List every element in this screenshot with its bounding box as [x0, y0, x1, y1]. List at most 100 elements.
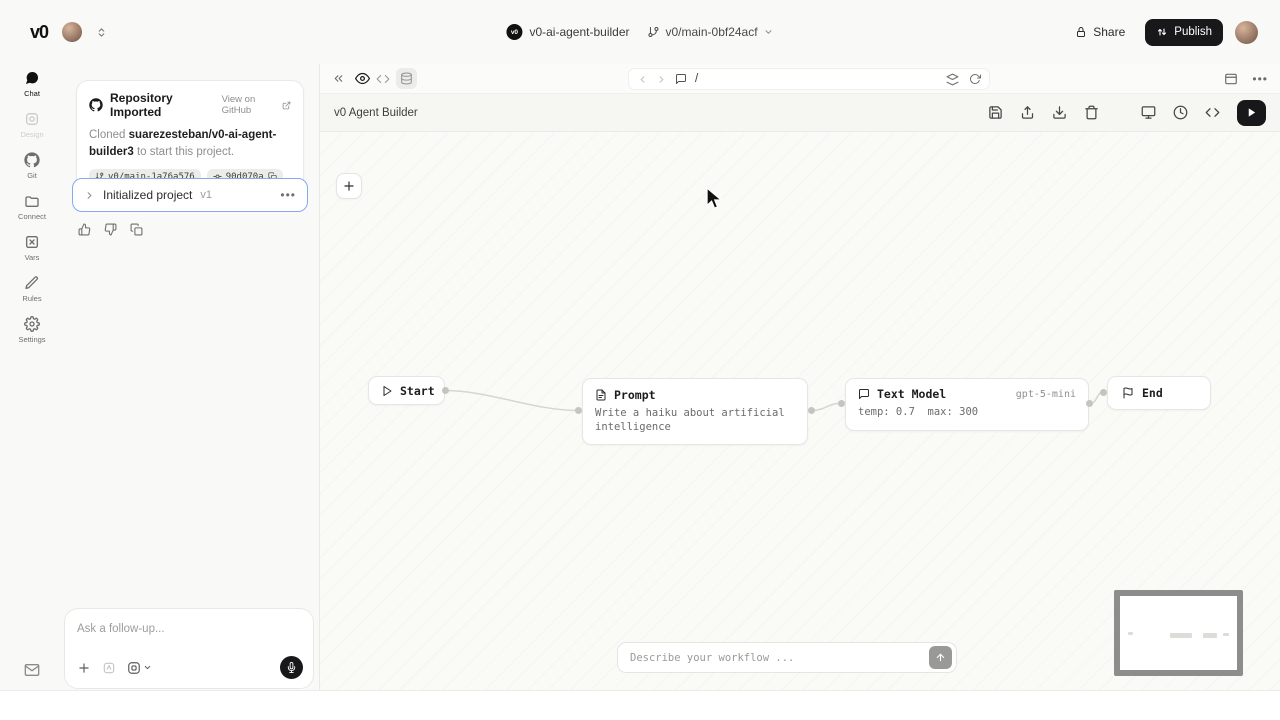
mic-button[interactable]	[280, 656, 303, 679]
mic-icon	[286, 662, 297, 673]
workflow-input[interactable]	[630, 652, 929, 664]
version-row-initialized-project[interactable]: Initialized project v1 •••	[72, 178, 308, 212]
chevron-right-icon[interactable]	[84, 190, 95, 201]
sidebar-item-settings[interactable]: Settings	[18, 316, 45, 344]
feedback-row	[78, 223, 143, 236]
workflow-canvas[interactable]: Start Prompt Write a haiku about artific…	[320, 133, 1280, 690]
send-button[interactable]	[929, 646, 952, 669]
sidebar-item-connect[interactable]: Connect	[18, 193, 46, 221]
forward-icon[interactable]	[656, 74, 667, 85]
eye-preview-icon[interactable]	[355, 71, 370, 86]
view-on-github-link[interactable]: View on GitHub	[222, 94, 291, 116]
sidebar-item-chat[interactable]: Chat	[24, 70, 40, 98]
minimap-node	[1128, 632, 1133, 635]
save-icon[interactable]	[988, 105, 1003, 120]
flag-icon	[1122, 387, 1134, 399]
minimap-node	[1170, 633, 1192, 638]
minimap[interactable]	[1114, 590, 1243, 676]
refresh-icon[interactable]	[969, 73, 981, 85]
thumbs-up-icon[interactable]	[78, 223, 91, 236]
branch-name: v0/main-0bf24acf	[666, 25, 758, 39]
chat-panel: Repository Imported View on GitHub Clone…	[64, 64, 319, 690]
more-icon[interactable]: •••	[1252, 72, 1268, 86]
monitor-icon[interactable]	[1141, 105, 1156, 120]
port-end-in[interactable]	[1100, 389, 1107, 396]
thumbs-down-icon[interactable]	[104, 223, 117, 236]
v0-app: v0 v0 v0-ai-agent-builder v0/main-0bf24a…	[0, 0, 1280, 720]
node-end[interactable]: End	[1107, 376, 1211, 410]
share-button[interactable]: Share	[1067, 20, 1133, 44]
comment-icon[interactable]	[675, 73, 687, 85]
chevron-down-icon	[143, 663, 152, 672]
port-start-out[interactable]	[442, 387, 449, 394]
github-icon	[24, 152, 40, 168]
mouse-cursor	[703, 187, 723, 211]
chat-input[interactable]	[77, 623, 301, 635]
node-text-model[interactable]: Text Model gpt-5-mini temp: 0.7 max: 300	[845, 378, 1089, 431]
branch-selector[interactable]: v0/main-0bf24acf	[648, 25, 774, 39]
code-icon[interactable]	[1205, 105, 1220, 120]
user-avatar[interactable]	[1235, 21, 1258, 44]
sidebar-item-design[interactable]: Design	[20, 111, 43, 139]
external-link-icon	[282, 101, 291, 110]
builder-title: v0 Agent Builder	[334, 107, 418, 119]
repo-card-title: Repository Imported	[110, 91, 215, 119]
node-prompt[interactable]: Prompt Write a haiku about artificial in…	[582, 378, 808, 445]
node-prompt-label: Prompt	[614, 388, 656, 402]
port-model-in[interactable]	[838, 400, 845, 407]
history-icon[interactable]	[1173, 105, 1188, 120]
url-path[interactable]: /	[695, 73, 698, 85]
preview-toolbar: / •••	[320, 64, 1280, 94]
version-label: Initialized project	[103, 188, 192, 202]
database-view-icon[interactable]	[396, 68, 417, 89]
download-icon[interactable]	[1052, 105, 1067, 120]
node-model-params: temp: 0.7 max: 300	[858, 405, 1076, 419]
workflow-composer	[617, 642, 957, 673]
sidebar-item-rules[interactable]: Rules	[22, 275, 41, 303]
media-selector[interactable]	[127, 661, 152, 675]
trash-icon[interactable]	[1084, 105, 1099, 120]
address-bar[interactable]: /	[628, 68, 990, 90]
copy-icon[interactable]	[130, 223, 143, 236]
repo-card-body: Cloned suarezesteban/v0-ai-agent-builder…	[89, 127, 291, 160]
node-end-label: End	[1142, 386, 1163, 400]
share-label: Share	[1093, 25, 1125, 39]
project-name: v0-ai-agent-builder	[529, 25, 629, 39]
gear-icon	[24, 316, 40, 332]
design-attach-icon[interactable]	[102, 661, 116, 675]
publish-button[interactable]: Publish	[1145, 19, 1223, 46]
back-icon[interactable]	[637, 74, 648, 85]
vars-icon	[24, 234, 40, 250]
play-icon	[1246, 107, 1257, 118]
port-prompt-in[interactable]	[575, 407, 582, 414]
v0-logo[interactable]: v0	[30, 22, 48, 43]
sidebar-label: Chat	[24, 89, 40, 98]
window-icon[interactable]	[1224, 72, 1238, 86]
github-icon	[89, 98, 103, 112]
sidebar-label: Settings	[18, 335, 45, 344]
layers-icon[interactable]	[946, 73, 959, 86]
run-workflow-button[interactable]	[1237, 100, 1266, 126]
sidebar-label: Rules	[22, 294, 41, 303]
sidebar-item-git[interactable]: Git	[24, 152, 40, 180]
more-menu-icon[interactable]: •••	[280, 188, 296, 202]
project-breadcrumb[interactable]: v0 v0-ai-agent-builder	[506, 24, 629, 40]
plus-icon[interactable]	[77, 661, 91, 675]
code-view-icon[interactable]	[376, 72, 390, 86]
node-model-label: Text Model	[877, 387, 946, 401]
avatar[interactable]	[62, 22, 82, 42]
node-start[interactable]: Start	[368, 376, 445, 405]
top-bar: v0 v0 v0-ai-agent-builder v0/main-0bf24a…	[0, 0, 1280, 64]
node-prompt-body: Write a haiku about artificial intellige…	[595, 406, 795, 434]
mail-icon[interactable]	[24, 662, 40, 678]
port-prompt-out[interactable]	[808, 407, 815, 414]
port-model-out[interactable]	[1086, 400, 1093, 407]
collapse-panel-icon[interactable]	[332, 72, 345, 85]
upload-icon[interactable]	[1020, 105, 1035, 120]
sidebar-item-vars[interactable]: Vars	[24, 234, 40, 262]
sidebar-label: Connect	[18, 212, 46, 221]
add-node-button[interactable]	[336, 173, 362, 199]
chevron-updown-icon[interactable]	[96, 27, 107, 38]
minimap-node	[1203, 633, 1217, 638]
sidebar-label: Git	[27, 171, 37, 180]
